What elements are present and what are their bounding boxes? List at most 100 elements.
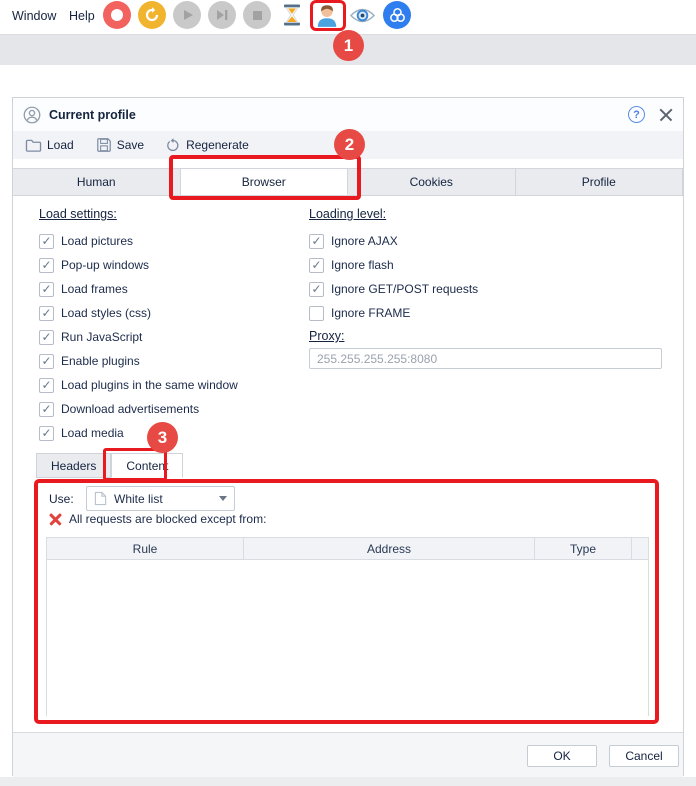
rules-table-body[interactable] — [47, 560, 648, 716]
checkbox-ignore-ajax[interactable]: Ignore AJAX — [309, 229, 478, 253]
ok-button[interactable]: OK — [527, 745, 597, 767]
checkbox-icon[interactable] — [39, 378, 54, 393]
checkbox-run-javascript[interactable]: Run JavaScript — [39, 325, 238, 349]
checkbox-label: Enable plugins — [61, 354, 140, 368]
blocked-note: All requests are blocked except from: — [69, 512, 266, 526]
checkmark-icon — [41, 283, 51, 295]
checkbox-label: Ignore FRAME — [331, 306, 410, 320]
checkbox-popup-windows[interactable]: Pop-up windows — [39, 253, 238, 277]
checkmark-icon — [41, 259, 51, 271]
use-dropdown[interactable]: White list — [86, 486, 235, 511]
column-header-type[interactable]: Type — [535, 538, 632, 559]
network-icon[interactable] — [383, 1, 411, 29]
bottom-strip — [0, 777, 696, 786]
menubar: Window Help — [0, 0, 696, 34]
checkbox-icon[interactable] — [309, 282, 324, 297]
checkbox-icon[interactable] — [39, 426, 54, 441]
save-icon — [96, 137, 112, 153]
close-icon[interactable] — [659, 108, 673, 122]
play-icon[interactable] — [173, 1, 201, 29]
column-header-address[interactable]: Address — [244, 538, 535, 559]
checkmark-icon — [41, 355, 51, 367]
regenerate-button[interactable]: Regenerate — [166, 138, 249, 153]
checkbox-label: Run JavaScript — [61, 330, 142, 344]
checkbox-icon[interactable] — [309, 234, 324, 249]
checkbox-label: Download advertisements — [61, 402, 199, 416]
checkbox-label: Load plugins in the same window — [61, 378, 238, 392]
help-icon[interactable]: ? — [628, 106, 645, 123]
checkbox-load-frames[interactable]: Load frames — [39, 277, 238, 301]
checkbox-ignore-flash[interactable]: Ignore flash — [309, 253, 478, 277]
profile-circle-icon — [23, 106, 41, 124]
checkbox-load-media[interactable]: Load media — [39, 421, 238, 445]
checkbox-ignore-frame[interactable]: Ignore FRAME — [309, 301, 478, 325]
annotation-badge-3: 3 — [147, 422, 178, 453]
menu-window[interactable]: Window — [12, 9, 56, 23]
checkbox-ignore-get-post[interactable]: Ignore GET/POST requests — [309, 277, 478, 301]
checkbox-icon[interactable] — [39, 306, 54, 321]
checkbox-enable-plugins[interactable]: Enable plugins — [39, 349, 238, 373]
tab-human[interactable]: Human — [13, 168, 181, 195]
regenerate-arrow-icon — [166, 138, 181, 153]
eye-icon[interactable] — [348, 1, 376, 29]
checkbox-label: Pop-up windows — [61, 258, 149, 272]
checkbox-icon[interactable] — [309, 306, 324, 321]
checkmark-icon — [311, 283, 321, 295]
checkbox-load-plugins-same-window[interactable]: Load plugins in the same window — [39, 373, 238, 397]
trefoil-glyph-icon — [388, 6, 407, 25]
checkbox-load-pictures[interactable]: Load pictures — [39, 229, 238, 253]
checkbox-download-advertisements[interactable]: Download advertisements — [39, 397, 238, 421]
tab-profile[interactable]: Profile — [516, 168, 684, 195]
proxy-heading: Proxy: — [309, 329, 344, 343]
step-forward-icon[interactable] — [208, 1, 236, 29]
load-button[interactable]: Load — [25, 138, 74, 153]
regenerate-button-label: Regenerate — [186, 138, 249, 152]
checkbox-icon[interactable] — [309, 258, 324, 273]
use-label: Use: — [49, 492, 74, 506]
checkbox-load-styles[interactable]: Load styles (css) — [39, 301, 238, 325]
stop-square-icon — [253, 11, 262, 20]
dialog-footer: OK Cancel — [13, 732, 683, 777]
checkmark-icon — [41, 427, 51, 439]
checkbox-icon[interactable] — [39, 234, 54, 249]
dialog-title: Current profile — [49, 108, 136, 122]
stop-icon[interactable] — [243, 1, 271, 29]
checkbox-label: Load media — [61, 426, 124, 440]
record-icon[interactable] — [103, 1, 131, 29]
checkbox-label: Load frames — [61, 282, 128, 296]
play-triangle-icon — [184, 10, 193, 20]
save-button[interactable]: Save — [96, 137, 144, 153]
annotation-badge-2: 2 — [334, 129, 365, 160]
checkbox-label: Load pictures — [61, 234, 133, 248]
checkmark-icon — [311, 259, 321, 271]
column-header-extra — [632, 538, 648, 559]
annotation-badge-1: 1 — [333, 30, 364, 61]
checkmark-icon — [41, 403, 51, 415]
hourglass-icon[interactable] — [278, 1, 306, 29]
checkmark-icon — [41, 307, 51, 319]
menu-help[interactable]: Help — [69, 9, 95, 23]
regenerate-icon[interactable] — [138, 1, 166, 29]
hourglass-glyph-icon — [281, 3, 303, 27]
checkbox-icon[interactable] — [39, 258, 54, 273]
checkbox-label: Ignore GET/POST requests — [331, 282, 478, 296]
checkbox-icon[interactable] — [39, 354, 54, 369]
eye-glyph-icon — [349, 6, 376, 25]
step-forward-glyph-icon — [216, 9, 229, 21]
load-settings-list: Load pictures Pop-up windows Load frames… — [39, 229, 238, 445]
rules-table-header: Rule Address Type — [47, 538, 648, 560]
checkbox-icon[interactable] — [39, 282, 54, 297]
load-settings-heading: Load settings: — [39, 207, 117, 221]
annotation-box-profile-icon — [310, 0, 346, 31]
checkbox-icon[interactable] — [39, 330, 54, 345]
folder-icon — [25, 138, 42, 153]
proxy-input[interactable] — [309, 348, 662, 369]
tab-cookies[interactable]: Cookies — [348, 168, 516, 195]
column-header-rule[interactable]: Rule — [47, 538, 244, 559]
blocked-x-icon — [49, 513, 62, 526]
checkmark-icon — [41, 331, 51, 343]
checkbox-icon[interactable] — [39, 402, 54, 417]
cancel-button[interactable]: Cancel — [609, 745, 679, 767]
blocked-note-row: All requests are blocked except from: — [49, 512, 266, 526]
subtab-headers[interactable]: Headers — [36, 453, 111, 478]
